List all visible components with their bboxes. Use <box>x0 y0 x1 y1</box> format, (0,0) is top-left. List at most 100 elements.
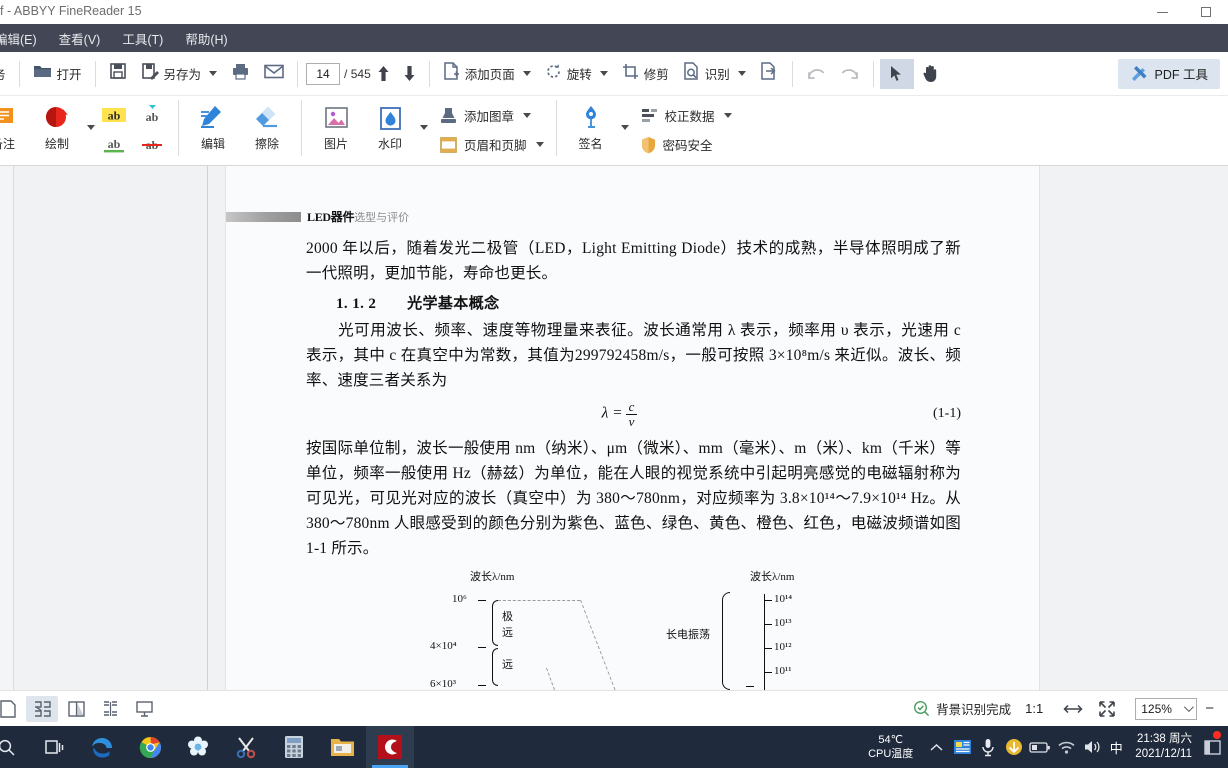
chevron-down-icon[interactable] <box>737 71 746 76</box>
taskbar-snip[interactable] <box>222 726 270 768</box>
export-document-icon <box>760 62 779 85</box>
pdf-page[interactable]: LED器件 选型与评价 2000 年以后，随着发光二极管（LED，Light E… <box>225 166 1040 690</box>
view-cover-page-icon <box>67 700 85 717</box>
taskbar-calculator[interactable] <box>270 726 318 768</box>
add-page-button[interactable]: 添加页面 <box>436 57 538 91</box>
email-button[interactable] <box>257 57 291 91</box>
menu-view[interactable]: 查看(V) <box>48 24 112 52</box>
tray-expand-button[interactable] <box>923 726 949 768</box>
notification-badge <box>1213 731 1221 739</box>
chevron-down-icon[interactable] <box>522 71 531 76</box>
rotate-button[interactable]: 旋转 <box>538 57 615 91</box>
pdf-tools-button[interactable]: PDF 工具 <box>1117 58 1220 89</box>
zoom-out-button[interactable]: − <box>1197 700 1222 717</box>
password-security-button[interactable]: 密码安全 <box>635 131 737 158</box>
tray-update[interactable] <box>1001 726 1027 768</box>
undo-button[interactable] <box>799 57 833 91</box>
open-button[interactable]: 打开 <box>26 57 89 91</box>
page-number-input[interactable] <box>306 62 341 85</box>
image-button[interactable]: 图片 <box>309 96 363 158</box>
save-icon <box>109 62 127 85</box>
minimize-button[interactable] <box>1140 0 1184 24</box>
tray-ime[interactable]: 中 <box>1105 726 1127 768</box>
minimize-icon <box>1156 11 1168 13</box>
pdf-tools-icon <box>1131 66 1147 81</box>
taskbar-abbyy[interactable] <box>366 726 414 768</box>
previous-page-button[interactable] <box>371 59 397 89</box>
view-presentation-button[interactable] <box>128 696 160 722</box>
draw-button[interactable]: 绘制 <box>30 96 84 158</box>
comment-button[interactable]: 备注 <box>0 96 30 158</box>
zoom-level-select[interactable]: 125% <box>1135 697 1198 720</box>
taskbar-edge[interactable] <box>78 726 126 768</box>
crop-button[interactable]: 修剪 <box>615 57 676 91</box>
chevron-down-icon[interactable] <box>723 113 732 118</box>
maximize-button[interactable] <box>1184 0 1228 24</box>
chevron-down-icon <box>420 124 428 147</box>
tray-volume[interactable] <box>1079 726 1105 768</box>
fit-page-button[interactable] <box>1091 696 1123 722</box>
window-title: f - ABBYY FineReader 15 <box>0 4 142 18</box>
strikethrough-text-button[interactable]: ab <box>133 130 171 160</box>
toolbar-divider <box>791 60 793 87</box>
chevron-down-icon[interactable] <box>523 113 532 118</box>
view-single-page-button[interactable] <box>0 696 24 722</box>
save-as-button[interactable]: 另存为 <box>134 57 225 91</box>
draw-dropdown-button[interactable] <box>84 124 95 148</box>
view-cover-page-button[interactable] <box>60 696 92 722</box>
clock-time: 21:38 周六 <box>1137 733 1192 745</box>
tasks-button[interactable]: 务 <box>0 57 13 91</box>
redo-button[interactable] <box>833 57 867 91</box>
notification-center-button[interactable] <box>1200 726 1224 768</box>
chevron-down-icon[interactable] <box>599 71 608 76</box>
tray-notes[interactable] <box>949 726 975 768</box>
underline-text-button[interactable]: ab <box>95 130 133 160</box>
fit-width-button[interactable] <box>1057 696 1089 722</box>
view-facing-pages-button[interactable] <box>26 695 58 722</box>
watermark-button[interactable]: 水印 <box>363 96 417 158</box>
zoom-ratio-label[interactable]: 1:1 <box>1011 701 1057 716</box>
menu-tools[interactable]: 工具(T) <box>111 24 174 52</box>
taskbar-search[interactable] <box>0 726 30 768</box>
eraser-icon <box>254 102 281 134</box>
cpu-temperature-widget[interactable]: 54℃ CPU温度 <box>858 733 923 761</box>
paragraph-3: 按国际单位制，波长一般使用 nm（纳米）、μm（微米）、mm（毫米）、m（米）、… <box>306 440 961 557</box>
next-page-button[interactable] <box>397 59 423 89</box>
tray-microphone[interactable] <box>975 726 1001 768</box>
taskbar-chrome[interactable] <box>126 726 174 768</box>
figure-tick-mark <box>478 600 486 601</box>
taskbar-file-explorer[interactable] <box>318 726 366 768</box>
thumbnail-panel-strip[interactable] <box>0 166 14 690</box>
add-stamp-button[interactable]: 添加图章 <box>434 102 549 129</box>
taskbar-clock[interactable]: 21:38 周六 2021/12/11 <box>1127 732 1200 762</box>
chevron-down-icon[interactable] <box>535 142 544 147</box>
menu-help[interactable]: 帮助(H) <box>174 24 238 52</box>
taskbar-app-blue[interactable] <box>174 726 222 768</box>
erase-button[interactable]: 擦除 <box>240 96 294 158</box>
add-note-to-text-button[interactable]: ab <box>133 100 171 130</box>
recognize-button[interactable]: 识别 <box>676 57 753 91</box>
highlight-text-button[interactable]: ab <box>95 100 133 130</box>
correct-data-button[interactable]: 校正数据 <box>635 102 737 129</box>
zoom-level-value: 125% <box>1141 701 1172 716</box>
signature-dropdown-button[interactable] <box>618 124 629 148</box>
toolbar-divider <box>872 60 874 87</box>
edit-button[interactable]: 编辑 <box>186 96 240 158</box>
taskbar-task-view[interactable] <box>30 726 78 768</box>
header-footer-button[interactable]: 页眉和页脚 <box>434 131 549 158</box>
document-view[interactable]: LED器件 选型与评价 2000 年以后，随着发光二极管（LED，Light E… <box>0 166 1228 690</box>
save-button[interactable] <box>102 57 134 91</box>
tray-wifi[interactable] <box>1053 726 1079 768</box>
hand-tool-button[interactable] <box>914 59 948 89</box>
microphone-icon <box>982 738 994 756</box>
view-continuous-button[interactable] <box>94 696 126 722</box>
signature-button[interactable]: 签名 <box>564 96 618 158</box>
select-tool-button[interactable] <box>879 58 914 89</box>
watermark-dropdown-button[interactable] <box>417 124 428 148</box>
menu-edit[interactable]: 编辑(E) <box>0 24 48 52</box>
folder-icon <box>330 739 354 756</box>
tray-battery[interactable] <box>1027 726 1053 768</box>
chevron-down-icon[interactable] <box>209 71 218 76</box>
export-button[interactable] <box>753 57 786 91</box>
print-button[interactable] <box>224 57 257 91</box>
